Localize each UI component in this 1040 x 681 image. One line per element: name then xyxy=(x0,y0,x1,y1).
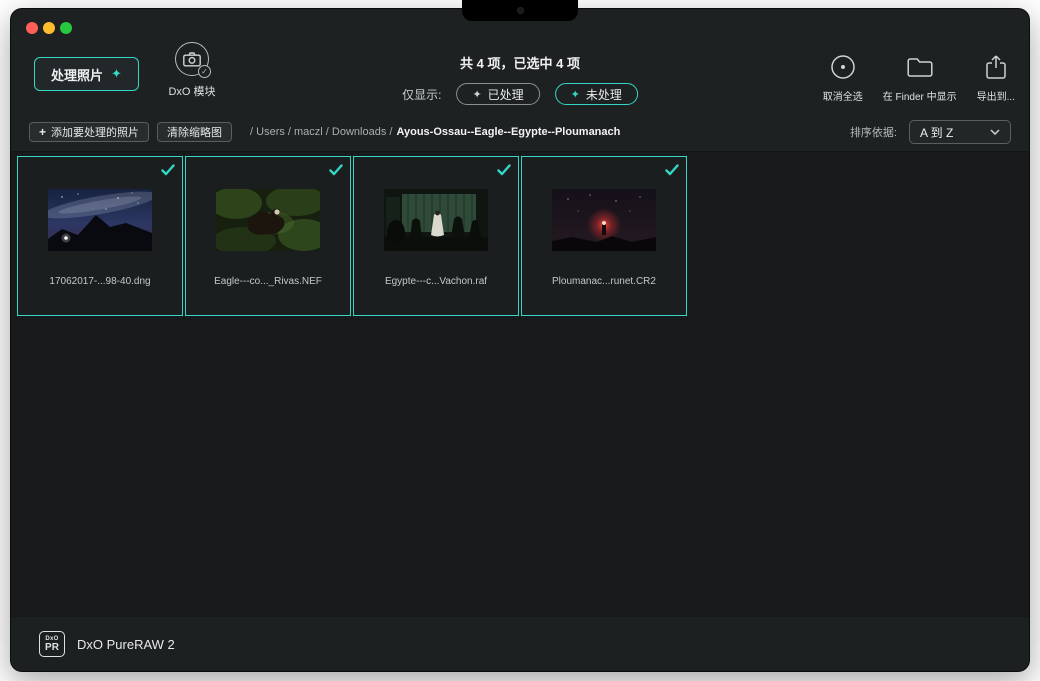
zoom-button[interactable] xyxy=(60,22,72,34)
process-photos-button[interactable]: 处理照片 ✦ xyxy=(34,57,139,91)
toolbar-center: 共 4 项，已选中 4 项 仅显示: ✦ 已处理 ✦ 未处理 xyxy=(402,53,638,105)
filter-unprocessed-pill[interactable]: ✦ 未处理 xyxy=(555,83,638,105)
filter-processed-label: 已处理 xyxy=(488,86,524,103)
module-check-badge-icon: ✓ xyxy=(198,65,211,78)
photo-filename: Egypte---c...Vachon.raf xyxy=(358,276,514,287)
selection-summary: 共 4 项，已选中 4 项 xyxy=(402,53,638,72)
path-toolbar: + 添加要处理的照片 清除缩略图 / Users / maczl / Downl… xyxy=(11,113,1029,151)
sort-value: A 到 Z xyxy=(920,124,953,141)
filter-processed-pill[interactable]: ✦ 已处理 xyxy=(456,83,539,105)
logo-top-text: DxO xyxy=(45,636,58,642)
filter-label: 仅显示: xyxy=(402,86,441,103)
sparkle-icon: ✦ xyxy=(571,88,580,101)
photo-card[interactable]: 17062017-...98-40.dng xyxy=(17,156,183,316)
toolbar-right: 取消全选 在 Finder 中显示 xyxy=(823,53,1015,103)
breadcrumb-prefix: / Users / maczl / Downloads / xyxy=(250,126,392,138)
camera-dot-icon xyxy=(517,7,524,14)
photo-grid-area: 17062017-...98-40.dng xyxy=(11,151,1029,617)
photo-filename: Eagle---co..._Rivas.NEF xyxy=(190,276,346,287)
breadcrumb-current-folder: Ayous-Ossau--Eagle--Egypte--Ploumanach xyxy=(396,126,620,138)
thumbnail-image xyxy=(216,189,320,251)
selected-check-icon[interactable] xyxy=(497,163,511,181)
photo-filename: 17062017-...98-40.dng xyxy=(22,276,178,287)
thumbnail-image xyxy=(48,189,152,251)
selected-check-icon[interactable] xyxy=(329,163,343,181)
app-window: 处理照片 ✦ ✓ DxO 模块 共 4 项，已选中 4 项 仅显示: xyxy=(10,8,1030,672)
sparkle-icon: ✦ xyxy=(472,88,481,101)
add-photos-label: 添加要处理的照片 xyxy=(51,124,139,140)
sort-group: 排序依据: A 到 Z xyxy=(850,120,1011,144)
sort-by-label: 排序依据: xyxy=(850,124,897,140)
photo-grid: 17062017-...98-40.dng xyxy=(17,156,1023,316)
app-name: DxO PureRAW 2 xyxy=(77,637,175,652)
selected-check-icon[interactable] xyxy=(161,163,175,181)
export-label: 导出到... xyxy=(977,88,1015,103)
clear-thumbnails-label: 清除缩略图 xyxy=(167,124,222,140)
add-photos-button[interactable]: + 添加要处理的照片 xyxy=(29,122,149,142)
clear-thumbnails-button[interactable]: 清除缩略图 xyxy=(157,122,232,142)
dxo-purerraw-logo-icon: DxO PR xyxy=(39,631,65,657)
selected-check-icon[interactable] xyxy=(665,163,679,181)
thumbnail-image xyxy=(552,189,656,251)
deselect-all-label: 取消全选 xyxy=(823,88,863,103)
chevron-down-icon xyxy=(990,129,1000,135)
filter-unprocessed-label: 未处理 xyxy=(586,86,622,103)
deselect-all-button[interactable]: 取消全选 xyxy=(823,53,863,103)
dxo-modules-button[interactable]: ✓ DxO 模块 xyxy=(159,42,225,99)
minimize-button[interactable] xyxy=(43,22,55,34)
photo-card[interactable]: Eagle---co..._Rivas.NEF xyxy=(185,156,351,316)
sparkle-icon: ✦ xyxy=(111,66,122,82)
notch xyxy=(462,0,578,21)
process-photos-label: 处理照片 xyxy=(51,65,103,84)
deselect-circle-icon xyxy=(830,53,856,81)
dxo-modules-label: DxO 模块 xyxy=(159,83,225,99)
share-export-icon xyxy=(986,53,1006,81)
filter-group: 仅显示: ✦ 已处理 ✦ 未处理 xyxy=(402,83,638,105)
folder-icon xyxy=(907,53,933,81)
camera-icon: ✓ xyxy=(175,42,209,76)
breadcrumb: / Users / maczl / Downloads / Ayous-Ossau… xyxy=(250,126,620,138)
logo-bottom-text: PR xyxy=(45,643,59,653)
photo-card[interactable]: Egypte---c...Vachon.raf xyxy=(353,156,519,316)
photo-filename: Ploumanac...runet.CR2 xyxy=(526,276,682,287)
photo-card[interactable]: Ploumanac...runet.CR2 xyxy=(521,156,687,316)
export-button[interactable]: 导出到... xyxy=(977,53,1015,103)
show-in-finder-label: 在 Finder 中显示 xyxy=(883,88,957,103)
main-toolbar: 处理照片 ✦ ✓ DxO 模块 共 4 项，已选中 4 项 仅显示: xyxy=(11,37,1029,113)
footer-bar: DxO PR DxO PureRAW 2 xyxy=(11,617,1029,671)
close-button[interactable] xyxy=(26,22,38,34)
show-in-finder-button[interactable]: 在 Finder 中显示 xyxy=(883,53,957,103)
plus-icon: + xyxy=(39,126,46,138)
sort-dropdown[interactable]: A 到 Z xyxy=(909,120,1011,144)
thumbnail-image xyxy=(384,189,488,251)
screen: 处理照片 ✦ ✓ DxO 模块 共 4 项，已选中 4 项 仅显示: xyxy=(0,0,1040,681)
